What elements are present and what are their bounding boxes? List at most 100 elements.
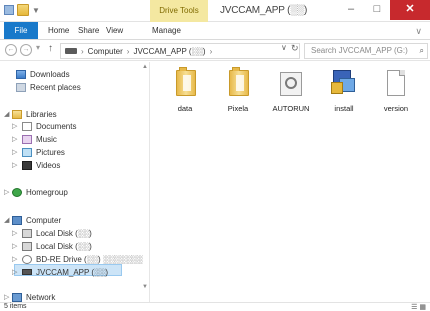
file-item-install[interactable]: install (315, 66, 373, 116)
tab-manage[interactable]: Manage (152, 24, 181, 38)
nav-scrollbar[interactable]: ▲ ▼ (141, 62, 149, 302)
nav-item-local-disk-1[interactable]: Local Disk (░░) (22, 227, 92, 239)
folder-icon[interactable] (17, 4, 29, 16)
expand-icon[interactable]: ▷ (4, 293, 9, 301)
refresh-button[interactable]: ↻ (291, 43, 299, 54)
nav-item-jvccam-app[interactable]: JVCCAM_APP (░░) (22, 266, 108, 278)
tab-view[interactable]: View (106, 24, 123, 38)
music-icon (22, 134, 32, 144)
view-mode-icons[interactable]: ☰ ▦ (411, 303, 426, 311)
nav-item-local-disk-2[interactable]: Local Disk (░░) (22, 240, 92, 252)
nav-item-pictures[interactable]: Pictures (22, 146, 65, 158)
nav-item-label: Libraries (26, 109, 57, 119)
nav-item-videos[interactable]: Videos (22, 159, 60, 171)
homegroup-icon (12, 187, 22, 197)
expand-icon[interactable]: ▷ (12, 255, 17, 263)
recent-locations-icon[interactable]: ▾ (36, 43, 40, 52)
expand-computer-icon[interactable]: ◢ (4, 216, 9, 224)
expand-icon[interactable]: ▷ (12, 242, 17, 250)
tab-file[interactable]: File (4, 22, 38, 39)
maximize-button[interactable]: □ (364, 0, 390, 20)
nav-item-label: Downloads (30, 69, 70, 79)
file-label: Pixela (227, 104, 249, 113)
tab-home[interactable]: Home (48, 24, 69, 38)
minimize-button[interactable]: – (338, 0, 364, 20)
forward-button[interactable]: → (20, 44, 32, 56)
drive-tools-context-tab[interactable]: Drive Tools (150, 0, 208, 22)
file-list: data Pixela AUTORUN install version (151, 62, 430, 302)
navigation-pane: Downloads Recent places ◢ Libraries ▷ Do… (0, 62, 150, 302)
bd-drive-icon (22, 254, 32, 264)
breadcrumb-drive[interactable]: JVCCAM_APP (░░) (133, 47, 205, 56)
expand-icon[interactable]: ▷ (12, 148, 17, 156)
nav-item-homegroup[interactable]: Homegroup (12, 186, 68, 198)
file-item-autorun[interactable]: AUTORUN (262, 66, 320, 116)
search-input[interactable]: Search JVCCAM_APP (G:) ⌕ (304, 43, 428, 59)
status-bar: 5 items ☰ ▦ (0, 302, 430, 311)
videos-icon (22, 160, 32, 170)
computer-icon (12, 215, 22, 225)
ribbon-expand-icon[interactable]: ∨ (415, 24, 422, 38)
nav-item-label: Computer (26, 215, 62, 225)
folder-icon (176, 67, 196, 96)
nav-item-music[interactable]: Music (22, 133, 57, 145)
expand-icon[interactable]: ▷ (12, 135, 17, 143)
item-count: 5 items (4, 303, 27, 310)
expand-icon[interactable]: ▷ (12, 122, 17, 130)
scroll-down-icon[interactable]: ▼ (142, 284, 148, 290)
up-button[interactable]: ↑ (48, 43, 53, 54)
breadcrumb-separator[interactable]: › (127, 47, 130, 56)
close-button[interactable]: ✕ (390, 0, 430, 20)
ribbon-tabs: File Home Share View Manage ∨ (0, 22, 430, 40)
installer-icon (331, 68, 357, 96)
back-button[interactable]: ← (5, 44, 17, 56)
text-file-icon (387, 70, 405, 96)
file-item-data[interactable]: data (156, 66, 214, 116)
local-disk-icon (22, 228, 32, 238)
libraries-icon (12, 109, 22, 119)
expand-icon[interactable]: ▷ (12, 161, 17, 169)
nav-item-label: Music (36, 134, 57, 144)
nav-item-recent-places[interactable]: Recent places (16, 81, 81, 93)
nav-item-documents[interactable]: Documents (22, 120, 76, 132)
pictures-icon (22, 147, 32, 157)
download-icon (16, 69, 26, 79)
nav-item-libraries[interactable]: Libraries (12, 108, 57, 120)
nav-item-label: Pictures (36, 147, 65, 157)
nav-item-label: Documents (36, 121, 77, 131)
nav-item-computer[interactable]: Computer (12, 214, 61, 226)
breadcrumb-computer[interactable]: Computer (88, 47, 123, 56)
nav-item-label: Recent places (30, 82, 81, 92)
expand-libraries-icon[interactable]: ◢ (4, 110, 9, 118)
nav-item-downloads[interactable]: Downloads (16, 68, 70, 80)
search-icon[interactable]: ⌕ (420, 44, 424, 58)
nav-item-label: Local Disk (░░) (36, 241, 92, 251)
file-label: data (177, 104, 193, 113)
usb-drive-icon (22, 269, 32, 275)
file-item-pixela[interactable]: Pixela (209, 66, 267, 116)
quick-access-dropdown-icon[interactable]: ▼ (32, 6, 40, 15)
address-bar[interactable]: › Computer › JVCCAM_APP (░░) › (60, 43, 300, 59)
search-placeholder: Search JVCCAM_APP (G:) (311, 46, 408, 55)
file-label: AUTORUN (272, 104, 310, 113)
breadcrumb-separator[interactable]: › (81, 47, 84, 56)
tab-share[interactable]: Share (78, 24, 99, 38)
file-label: install (334, 104, 354, 113)
file-item-version[interactable]: version (367, 66, 425, 116)
breadcrumb-separator[interactable]: › (210, 47, 213, 56)
scroll-up-icon[interactable]: ▲ (142, 64, 148, 70)
nav-item-label: JVCCAM_APP (░░) (36, 267, 109, 277)
drive-icon (65, 48, 77, 54)
autorun-gear-icon (280, 72, 302, 96)
window-title: JVCCAM_APP (░░) (220, 5, 308, 16)
expand-icon[interactable]: ▷ (12, 268, 17, 276)
recent-places-icon (16, 82, 26, 92)
expand-icon[interactable]: ▷ (12, 229, 17, 237)
folder-icon (229, 67, 249, 96)
expand-icon[interactable]: ▷ (4, 188, 9, 196)
local-disk-icon (22, 241, 32, 251)
nav-item-label: Videos (36, 160, 61, 170)
address-dropdown-icon[interactable]: ∨ (281, 43, 287, 52)
quick-access-toolbar: ▼ (4, 4, 40, 16)
app-icon[interactable] (4, 5, 14, 15)
